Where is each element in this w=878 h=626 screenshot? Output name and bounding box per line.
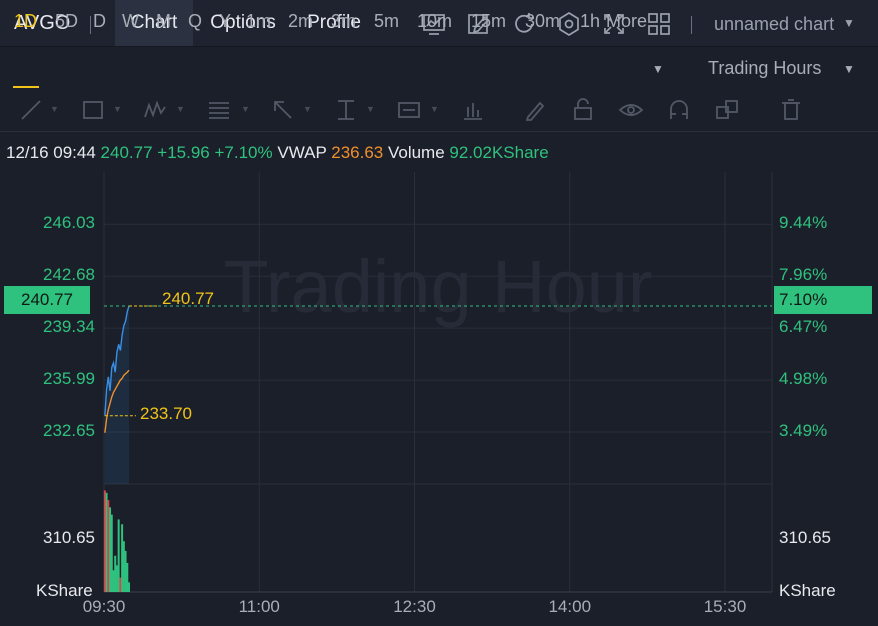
volume-unit-label-right: KShare — [779, 581, 836, 600]
time-tick-label: 14:00 — [548, 597, 592, 616]
volume-bar — [119, 577, 122, 592]
chevron-down-icon[interactable]: ▼ — [430, 104, 439, 114]
trash-icon[interactable] — [778, 97, 804, 123]
volume-bar — [103, 490, 106, 592]
interval-m[interactable]: M — [156, 11, 171, 32]
arrow-icon[interactable] — [270, 97, 296, 123]
volume-label: Volume — [387, 143, 445, 162]
current-percent-tag: 7.10% — [774, 286, 872, 314]
interval-15m[interactable]: 15m — [471, 11, 506, 32]
price-area — [104, 305, 130, 484]
drawing-toolbar — [0, 91, 878, 132]
volume-bar — [109, 507, 112, 592]
vwap-label: VWAP — [277, 143, 327, 162]
chevron-down-icon[interactable]: ▼ — [50, 104, 59, 114]
trend-line-icon[interactable] — [18, 97, 44, 123]
percent-tick-label: 7.96% — [779, 265, 828, 285]
trading-hours-dropdown[interactable]: Trading Hours — [708, 58, 821, 79]
current-price-tag: 240.77 — [4, 286, 90, 314]
quote-price: 240.77 — [100, 143, 153, 162]
price-tick-label: 232.65 — [43, 421, 95, 440]
volume-bar — [115, 565, 118, 592]
volume-value: 92.02KShare — [449, 143, 549, 162]
time-tick-label: 12:30 — [393, 597, 436, 616]
interval-5d[interactable]: 5D — [55, 11, 78, 32]
volume-bar — [124, 550, 127, 592]
price-tick-label: 239.34 — [43, 317, 95, 337]
chevron-down-icon[interactable]: ▼ — [176, 104, 185, 114]
volume-bar — [105, 492, 108, 592]
layout-grid-icon[interactable] — [646, 11, 672, 37]
quote-info-line: 12/16 09:44 240.77 +15.96 +7.10% VWAP 23… — [6, 143, 549, 163]
chart-grid — [103, 172, 773, 593]
interval-w[interactable]: W — [122, 11, 139, 32]
time-tick-label: 11:00 — [238, 597, 280, 616]
divider — [691, 16, 692, 34]
volume-bar — [121, 524, 124, 592]
price-tick-label: 246.03 — [43, 213, 95, 233]
watermark: Trading Hour — [223, 245, 652, 328]
interval-5m[interactable]: 5m — [374, 11, 399, 32]
eye-icon[interactable] — [618, 97, 644, 123]
volume-bar — [117, 519, 120, 592]
volume-bar — [128, 582, 131, 592]
chevron-down-icon[interactable]: ▼ — [366, 104, 375, 114]
rectangle-icon[interactable] — [80, 97, 106, 123]
volume-bar — [110, 514, 113, 592]
interval-d[interactable]: D — [93, 11, 106, 32]
magnet-icon[interactable] — [666, 97, 692, 123]
interval-1m[interactable]: 1m — [246, 11, 271, 32]
interval-10m[interactable]: 10m — [417, 11, 452, 32]
percent-tick-label: 3.49% — [779, 421, 828, 440]
chevron-down-icon[interactable]: ▼ — [843, 16, 855, 30]
pattern-icon[interactable] — [142, 97, 168, 123]
volume-bar — [107, 500, 110, 592]
interval-1h[interactable]: 1h — [580, 11, 600, 32]
volume-unit-label: KShare — [36, 581, 93, 600]
volume-bar — [122, 541, 125, 592]
chevron-down-icon[interactable]: ▼ — [303, 104, 312, 114]
low-line-label: 233.70 — [140, 404, 192, 423]
measure-icon[interactable] — [333, 97, 359, 123]
chevron-down-icon[interactable]: ▼ — [652, 62, 664, 76]
interval-2m[interactable]: 2m — [288, 11, 313, 32]
divider — [90, 16, 91, 34]
text-note-icon[interactable] — [396, 97, 422, 123]
price-chart[interactable]: Trading Hour — [0, 170, 878, 626]
interval-y[interactable]: Y — [219, 11, 231, 32]
volume-axis-tick-right: 310.65 — [779, 528, 831, 547]
interval-q[interactable]: Q — [188, 11, 202, 32]
clone-icon[interactable] — [714, 97, 740, 123]
more-intervals-dropdown[interactable]: More — [606, 11, 647, 32]
vwap-value: 236.63 — [331, 143, 384, 162]
price-line-label: 240.77 — [162, 289, 214, 308]
time-tick-label: 15:30 — [703, 597, 747, 616]
percent-tick-label: 9.44% — [779, 213, 828, 233]
quote-change-pct: +7.10% — [214, 143, 273, 162]
percent-tick-label: 6.47% — [779, 317, 828, 337]
lock-icon[interactable] — [570, 97, 596, 123]
volume-profile-icon[interactable] — [460, 97, 486, 123]
interval-1d[interactable]: 1D — [14, 11, 37, 32]
price-tick-label: 242.68 — [43, 265, 95, 285]
chart-name-dropdown[interactable]: unnamed chart — [714, 14, 834, 35]
tab-options[interactable]: Options — [200, 0, 286, 46]
volume-bar — [126, 562, 129, 592]
interval-3m[interactable]: 3m — [331, 11, 356, 32]
chevron-down-icon[interactable]: ▼ — [241, 104, 250, 114]
percent-tick-label: 4.98% — [779, 369, 828, 389]
interval-30m[interactable]: 30m — [525, 11, 560, 32]
price-tick-label: 235.99 — [43, 369, 95, 389]
volume-bar — [112, 570, 115, 592]
chevron-down-icon[interactable]: ▼ — [113, 104, 122, 114]
quote-datetime: 12/16 09:44 — [6, 143, 96, 162]
active-interval-indicator — [13, 86, 39, 88]
volume-bar — [114, 555, 117, 592]
quote-change: +15.96 — [157, 143, 210, 162]
volume-axis-tick: 310.65 — [43, 528, 95, 547]
brush-icon[interactable] — [522, 97, 548, 123]
chevron-down-icon[interactable]: ▼ — [843, 62, 855, 76]
fib-levels-icon[interactable] — [206, 97, 232, 123]
